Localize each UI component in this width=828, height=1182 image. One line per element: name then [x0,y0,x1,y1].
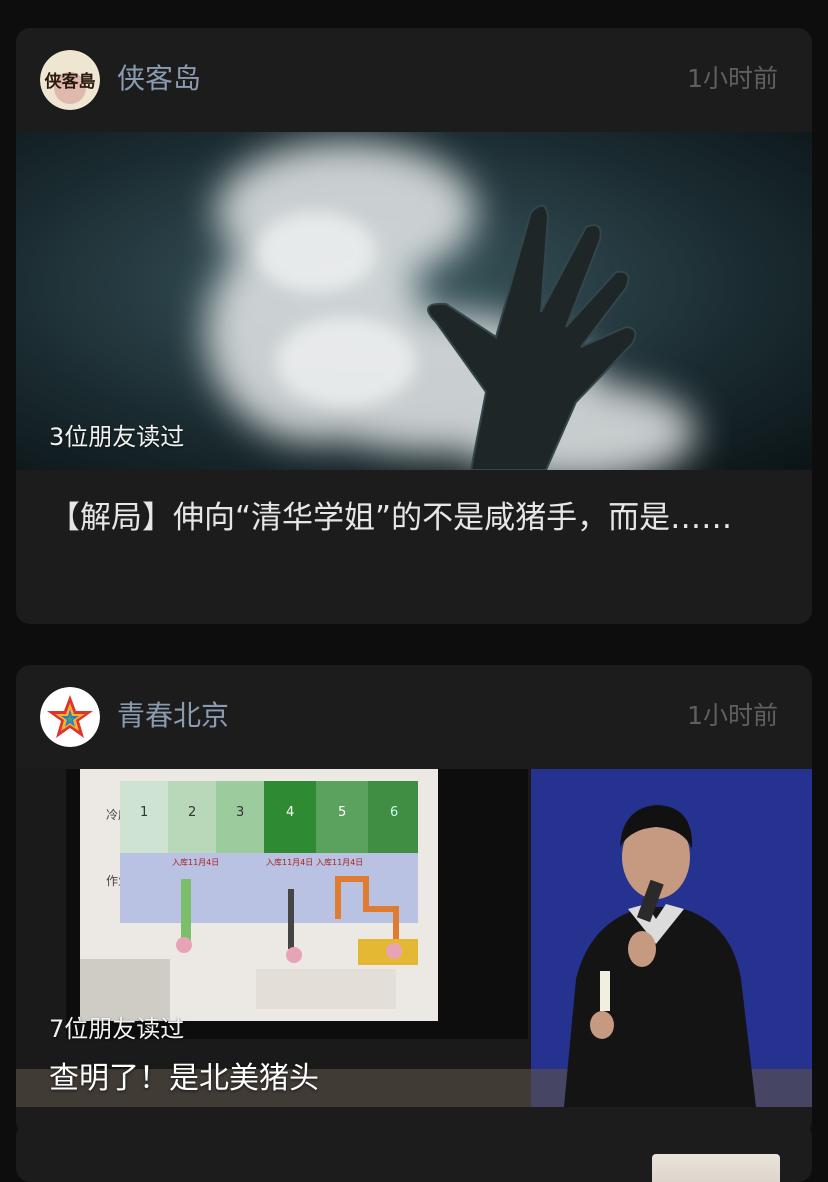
friends-read-count: 7位朋友读过 [49,1015,185,1043]
slide-number: 1 [140,805,148,820]
cover-image[interactable]: 冷库 作业平台 1 2 3 4 5 6 入库11月4日 入库11月4日 入库11… [16,769,812,1107]
slide-number: 5 [338,805,346,820]
slide-number: 4 [286,805,294,820]
source-avatar[interactable] [40,687,100,747]
slide-note: 入库11月4日 [316,857,363,867]
post-time: 1小时前 [687,64,778,93]
presentation-slide: 冷库 作业平台 1 2 3 4 5 6 入库11月4日 入库11月4日 入库11… [80,769,438,1021]
source-avatar[interactable]: 侠客島 [40,50,100,110]
card-header: 青春北京 1小时前 [16,665,812,769]
slide-number: 6 [390,805,398,820]
feed-card-qingchunbeijing[interactable]: 青春北京 1小时前 冷库 作业平台 1 2 [16,665,812,1135]
avatar-logo-text: 侠客島 [45,71,96,92]
post-time: 1小时前 [687,701,778,730]
slide-number: 2 [188,805,196,820]
slide-note: 入库11月4日 [266,857,313,867]
friends-read-count: 3位朋友读过 [49,423,185,451]
cover-image[interactable]: 3位朋友读过 [16,132,812,470]
card-header: 侠客島 侠客岛 1小时前 [16,28,812,132]
slide-note: 入库11月4日 [172,857,219,867]
slide-number: 3 [236,805,244,820]
feed-card-xiakedao[interactable]: 侠客島 侠客岛 1小时前 3位朋友读过 【解局】伸向“清华学姐”的不是咸猪手，而… [16,28,812,624]
video-caption[interactable]: 查明了！是北美猪头 [49,1053,319,1097]
next-thumbnail[interactable] [652,1154,780,1182]
feed-card-next[interactable] [16,1122,812,1182]
source-name[interactable]: 侠客岛 [117,61,201,97]
source-name[interactable]: 青春北京 [117,698,229,734]
article-title[interactable]: 【解局】伸向“清华学姐”的不是咸猪手，而是…… [49,493,769,543]
